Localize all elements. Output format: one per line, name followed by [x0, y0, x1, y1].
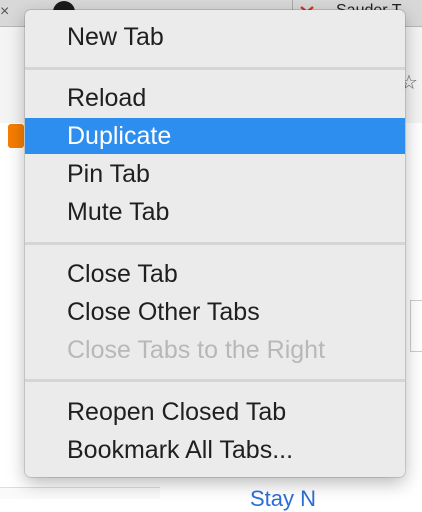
tab-context-menu: New Tab Reload Duplicate Pin Tab Mute Ta…: [25, 10, 405, 477]
menu-item-bookmark-all-tabs[interactable]: Bookmark All Tabs...: [25, 432, 405, 468]
menu-item-mute-tab[interactable]: Mute Tab: [25, 194, 405, 230]
menu-item-close-other-tabs[interactable]: Close Other Tabs: [25, 294, 405, 330]
menu-item-new-tab[interactable]: New Tab: [25, 19, 405, 55]
page-link[interactable]: Stay N: [250, 486, 316, 512]
menu-separator: [25, 379, 405, 382]
close-icon[interactable]: ×: [0, 2, 9, 22]
menu-separator: [25, 242, 405, 245]
menu-item-reopen-closed-tab[interactable]: Reopen Closed Tab: [25, 394, 405, 430]
page-panel-edge: [410, 300, 422, 352]
menu-item-close-tabs-to-right: Close Tabs to the Right: [67, 336, 326, 364]
menu-item-reload[interactable]: Reload: [25, 80, 405, 116]
menu-item-close-tab[interactable]: Close Tab: [25, 256, 405, 292]
blogger-icon: [8, 124, 24, 148]
menu-item-pin-tab[interactable]: Pin Tab: [25, 156, 405, 192]
menu-separator: [25, 67, 405, 70]
page-divider: [0, 487, 160, 499]
menu-item-duplicate[interactable]: Duplicate: [25, 118, 405, 154]
